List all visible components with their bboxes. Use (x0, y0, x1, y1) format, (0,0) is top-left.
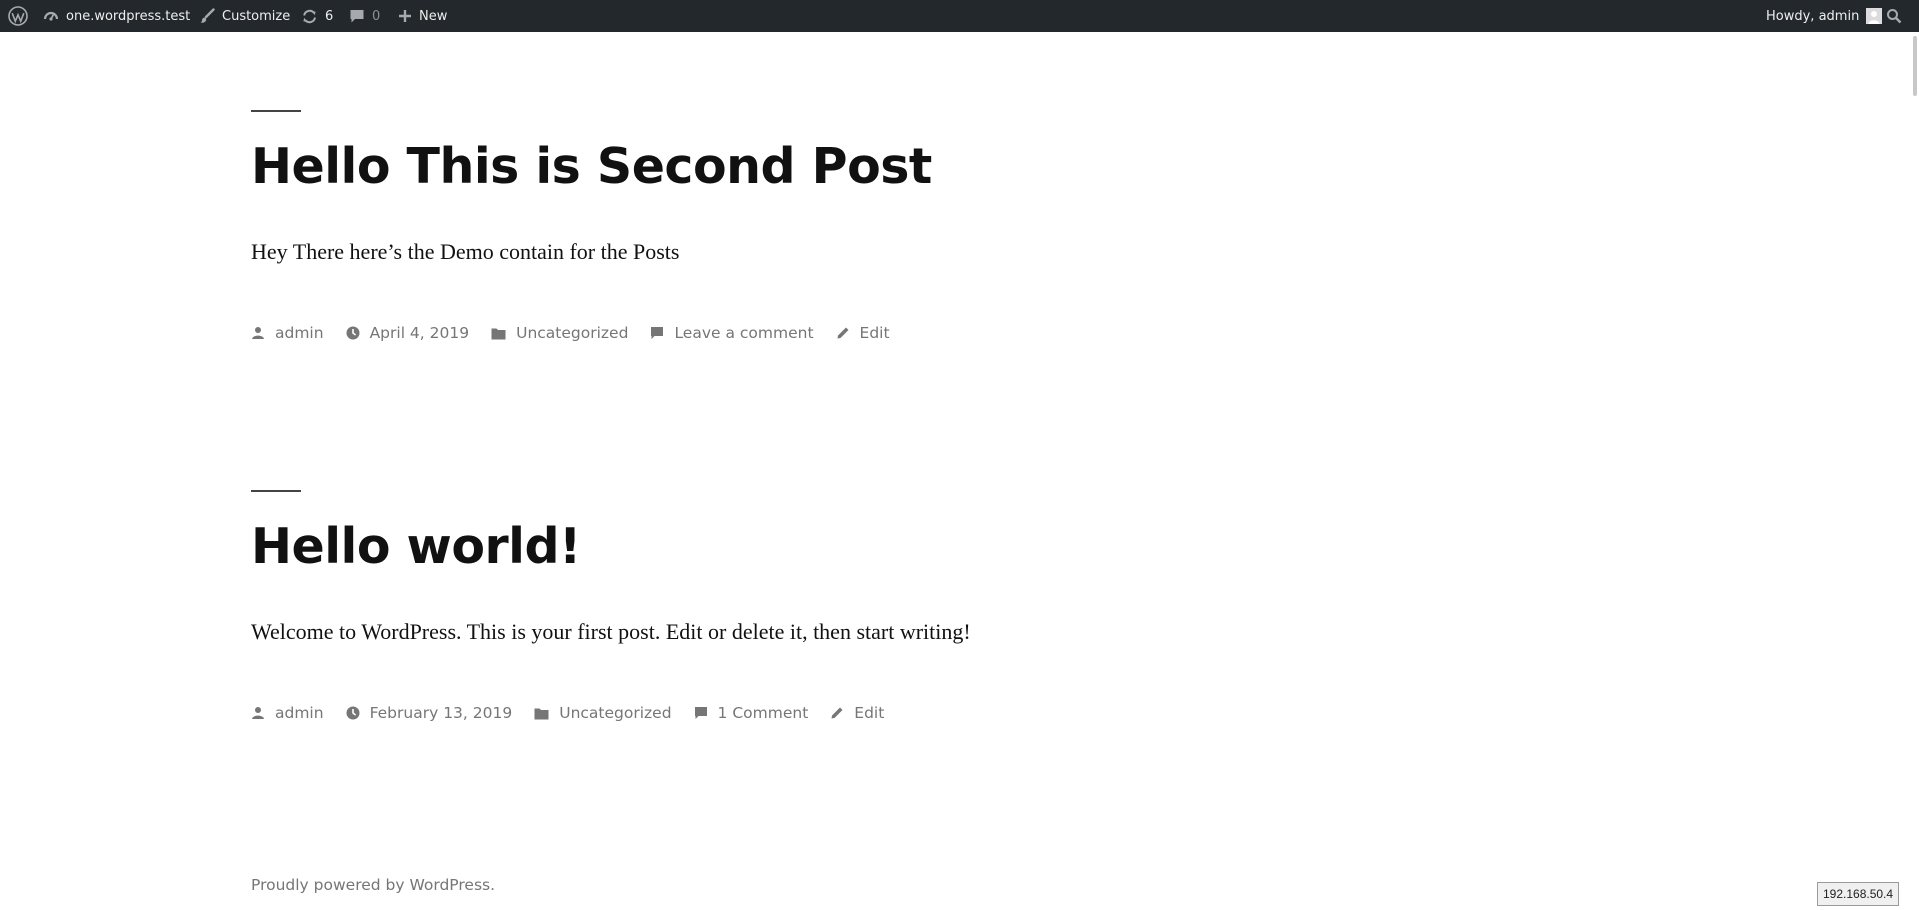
post-article: Hello This is Second Post Hey There here… (251, 110, 1351, 342)
post-divider (251, 110, 301, 112)
post-meta: admin April 4, 2019 Uncategorized Leave … (251, 324, 1351, 342)
post-divider (251, 490, 301, 492)
post-category: Uncategorized (516, 324, 629, 342)
search-icon[interactable] (1886, 0, 1902, 32)
ip-address-badge: 192.168.50.4 (1817, 882, 1900, 906)
refresh-icon (301, 8, 318, 25)
post-edit-link[interactable]: Edit (830, 704, 884, 722)
folder-icon (534, 708, 549, 719)
post-comments-link[interactable]: 1 Comment (694, 704, 809, 722)
post-category: Uncategorized (559, 704, 672, 722)
wordpress-logo-icon[interactable] (7, 0, 29, 32)
post-comments: 1 Comment (717, 704, 809, 722)
new-content-menu[interactable]: New (398, 0, 447, 32)
site-name-label: one.wordpress.test (66, 8, 191, 24)
post-category-link[interactable]: Uncategorized (491, 324, 628, 342)
post-author-link[interactable]: admin (251, 704, 324, 722)
post-category-link[interactable]: Uncategorized (534, 704, 672, 722)
comments-count: 0 (372, 8, 381, 24)
post-title[interactable]: Hello This is Second Post (251, 138, 1351, 196)
post-date-link[interactable]: April 4, 2019 (346, 324, 470, 342)
pencil-icon (831, 707, 843, 719)
page-scrollbar[interactable] (1911, 32, 1919, 910)
post-comments-link[interactable]: Leave a comment (650, 324, 814, 342)
post-title[interactable]: Hello world! (251, 518, 1351, 576)
person-icon (252, 327, 264, 339)
my-account-menu[interactable]: Howdy, admin (1766, 0, 1883, 32)
post-author-link[interactable]: admin (251, 324, 324, 342)
post-meta: admin February 13, 2019 Uncategorized 1 … (251, 704, 1351, 722)
greeting-label: Howdy, admin (1766, 8, 1860, 24)
comment-icon (694, 707, 707, 719)
post-author: admin (275, 324, 324, 342)
post-excerpt: Hey There here’s the Demo contain for th… (251, 239, 680, 264)
post-edit-link[interactable]: Edit (836, 324, 890, 342)
plus-icon (398, 9, 412, 23)
person-icon (252, 707, 264, 719)
comment-icon (651, 327, 664, 339)
dashboard-icon (43, 8, 59, 24)
post-excerpt: Welcome to WordPress. This is your first… (251, 619, 971, 644)
post-article: Hello world! Welcome to WordPress. This … (251, 490, 1351, 722)
post-date: April 4, 2019 (369, 324, 470, 342)
new-label: New (419, 8, 448, 24)
footer-credit-link[interactable]: Proudly powered by WordPress. (251, 876, 495, 894)
admin-bar: one.wordpress.test Customize 6 0 New How… (0, 0, 1919, 32)
customize-link[interactable]: Customize (199, 0, 290, 32)
updates-link[interactable]: 6 (301, 0, 333, 32)
scrollbar-thumb[interactable] (1913, 36, 1917, 96)
paintbrush-icon (199, 8, 215, 24)
comment-bubble-icon (349, 8, 365, 24)
comments-link[interactable]: 0 (349, 0, 380, 32)
post-author: admin (275, 704, 324, 722)
post-date-link[interactable]: February 13, 2019 (346, 704, 513, 722)
customize-label: Customize (222, 8, 291, 24)
post-date: February 13, 2019 (369, 704, 513, 722)
clock-icon (346, 326, 360, 340)
clock-icon (346, 706, 360, 720)
post-edit: Edit (854, 704, 885, 722)
avatar (1866, 8, 1883, 24)
folder-icon (491, 328, 506, 339)
updates-count: 6 (325, 8, 334, 24)
post-edit: Edit (859, 324, 890, 342)
site-name-menu[interactable]: one.wordpress.test (43, 0, 190, 32)
post-comments: Leave a comment (674, 324, 814, 342)
pencil-icon (837, 327, 849, 339)
